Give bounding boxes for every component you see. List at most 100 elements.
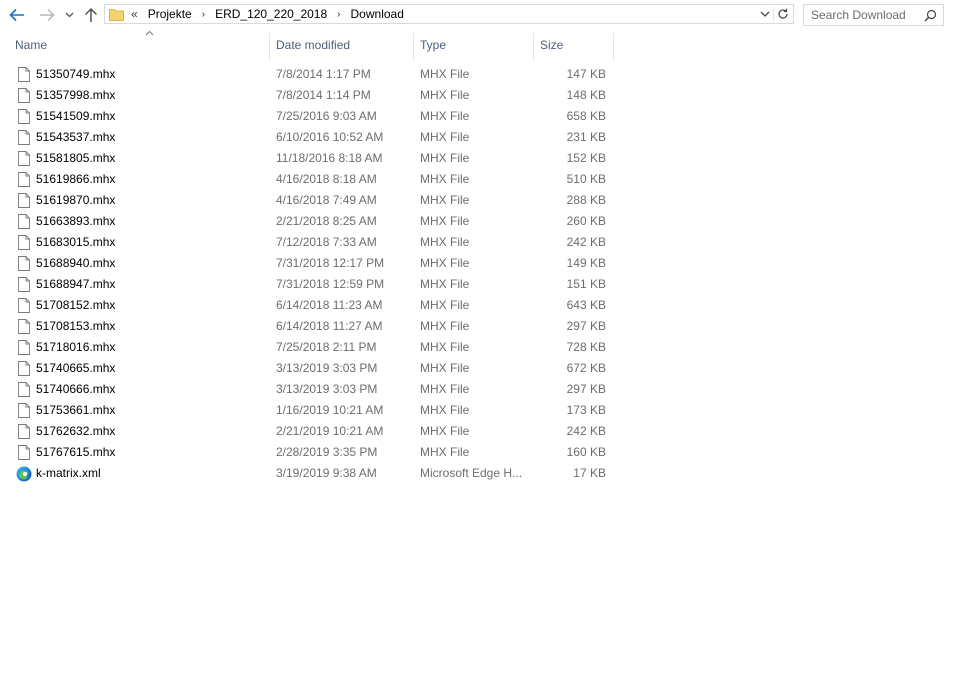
breadcrumb-erd-folder[interactable]: ERD_120_220_2018 (215, 7, 327, 21)
up-button[interactable] (80, 4, 102, 26)
chevron-right-icon[interactable]: › (337, 9, 340, 20)
address-bar[interactable]: « Projekte › ERD_120_220_2018 › Download (104, 4, 794, 24)
file-name[interactable]: 51619866.mhx (36, 169, 266, 190)
recent-locations-button[interactable] (62, 4, 76, 26)
file-type: MHX File (420, 172, 470, 186)
search-box[interactable] (803, 4, 944, 26)
column-header-type[interactable]: Type (415, 31, 533, 59)
file-icon (16, 64, 32, 85)
file-size: 231 KB (566, 130, 606, 144)
search-icon[interactable] (924, 9, 937, 22)
file-type: MHX File (420, 88, 470, 102)
file-size: 160 KB (566, 445, 606, 459)
refresh-button[interactable] (773, 7, 790, 21)
file-icon (16, 169, 32, 190)
file-row[interactable]: 51708152.mhx 6/14/2018 11:23 AM MHX File 64… (0, 295, 955, 316)
file-row[interactable]: 51708153.mhx 6/14/2018 11:27 AM MHX File 29… (0, 316, 955, 337)
file-date-modified: 2/21/2019 10:21 AM (276, 424, 384, 438)
file-size: 510 KB (566, 172, 606, 186)
arrow-left-icon (9, 8, 24, 22)
file-type: MHX File (420, 445, 470, 459)
file-name[interactable]: 51708153.mhx (36, 316, 266, 337)
file-name[interactable]: 51762632.mhx (36, 421, 266, 442)
file-row[interactable]: 51581805.mhx 11/18/2016 8:18 AM MHX File 15… (0, 148, 955, 169)
column-divider[interactable] (533, 33, 534, 61)
file-icon (16, 190, 32, 211)
file-name[interactable]: 51350749.mhx (36, 64, 266, 85)
file-row[interactable]: 51718016.mhx 7/25/2018 2:11 PM MHX File 728… (0, 337, 955, 358)
breadcrumb-overflow[interactable]: « (131, 7, 138, 21)
file-name[interactable]: 51663893.mhx (36, 211, 266, 232)
column-header-date-modified[interactable]: Date modified (271, 31, 413, 59)
file-row[interactable]: 51762632.mhx 2/21/2019 10:21 AM MHX File 24… (0, 421, 955, 442)
forward-button[interactable] (36, 4, 58, 26)
column-header-size[interactable]: Size (535, 31, 613, 59)
file-name[interactable]: 51718016.mhx (36, 337, 266, 358)
file-icon (16, 85, 32, 106)
file-row[interactable]: k-matrix.xml 3/19/2019 9:38 AM Microsoft E… (0, 463, 955, 484)
arrow-right-icon (40, 8, 55, 22)
file-size: 173 KB (566, 403, 606, 417)
file-row[interactable]: 51541509.mhx 7/25/2016 9:03 AM MHX File 658… (0, 106, 955, 127)
file-size: 297 KB (566, 382, 606, 396)
file-date-modified: 3/13/2019 3:03 PM (276, 382, 378, 396)
folder-icon (109, 7, 125, 21)
file-row[interactable]: 51740666.mhx 3/13/2019 3:03 PM MHX File 297… (0, 379, 955, 400)
file-date-modified: 7/25/2016 9:03 AM (276, 109, 377, 123)
file-row[interactable]: 51543537.mhx 6/10/2016 10:52 AM MHX File 23… (0, 127, 955, 148)
file-size: 148 KB (566, 88, 606, 102)
breadcrumb-projekte[interactable]: Projekte (148, 7, 192, 21)
file-row[interactable]: 51663893.mhx 2/21/2018 8:25 AM MHX File 260… (0, 211, 955, 232)
file-type: MHX File (420, 277, 470, 291)
file-date-modified: 1/16/2019 10:21 AM (276, 403, 384, 417)
search-input[interactable] (811, 8, 921, 22)
file-name[interactable]: 51581805.mhx (36, 148, 266, 169)
file-name[interactable]: 51688940.mhx (36, 253, 266, 274)
file-name[interactable]: 51708152.mhx (36, 295, 266, 316)
file-name[interactable]: 51541509.mhx (36, 106, 266, 127)
column-divider[interactable] (269, 33, 270, 61)
file-type: MHX File (420, 130, 470, 144)
column-header-name[interactable]: Name (10, 30, 268, 59)
file-name[interactable]: 51543537.mhx (36, 127, 266, 148)
file-name[interactable]: 51688947.mhx (36, 274, 266, 295)
file-date-modified: 3/13/2019 3:03 PM (276, 361, 378, 375)
file-size: 297 KB (566, 319, 606, 333)
breadcrumb-download[interactable]: Download (351, 7, 404, 21)
file-name[interactable]: k-matrix.xml (36, 463, 266, 484)
file-name[interactable]: 51767615.mhx (36, 442, 266, 463)
file-name[interactable]: 51740665.mhx (36, 358, 266, 379)
file-size: 151 KB (566, 277, 606, 291)
file-row[interactable]: 51619866.mhx 4/16/2018 8:18 AM MHX File 510… (0, 169, 955, 190)
file-size: 728 KB (566, 340, 606, 354)
file-date-modified: 4/16/2018 7:49 AM (276, 193, 377, 207)
file-type: MHX File (420, 298, 470, 312)
file-row[interactable]: 51357998.mhx 7/8/2014 1:14 PM MHX File 148 … (0, 85, 955, 106)
file-icon (16, 274, 32, 295)
chevron-down-icon (65, 12, 73, 18)
file-row[interactable]: 51767615.mhx 2/28/2019 3:35 PM MHX File 160… (0, 442, 955, 463)
file-name[interactable]: 51753661.mhx (36, 400, 266, 421)
file-row[interactable]: 51688947.mhx 7/31/2018 12:59 PM MHX File 15… (0, 274, 955, 295)
file-row[interactable]: 51683015.mhx 7/12/2018 7:33 AM MHX File 242… (0, 232, 955, 253)
file-name[interactable]: 51740666.mhx (36, 379, 266, 400)
address-dropdown-button[interactable] (759, 8, 771, 20)
file-name[interactable]: 51357998.mhx (36, 85, 266, 106)
file-row[interactable]: 51753661.mhx 1/16/2019 10:21 AM MHX File 17… (0, 400, 955, 421)
file-icon (16, 127, 32, 148)
file-row[interactable]: 51350749.mhx 7/8/2014 1:17 PM MHX File 147 … (0, 64, 955, 85)
file-icon (16, 358, 32, 379)
file-name[interactable]: 51683015.mhx (36, 232, 266, 253)
sort-ascending-icon (145, 30, 154, 36)
column-divider[interactable] (413, 33, 414, 61)
file-type: MHX File (420, 340, 470, 354)
back-button[interactable] (6, 4, 28, 26)
file-icon (16, 316, 32, 337)
column-divider[interactable] (613, 33, 614, 61)
file-name[interactable]: 51619870.mhx (36, 190, 266, 211)
file-row[interactable]: 51619870.mhx 4/16/2018 7:49 AM MHX File 288… (0, 190, 955, 211)
chevron-right-icon[interactable]: › (202, 9, 205, 20)
file-row[interactable]: 51740665.mhx 3/13/2019 3:03 PM MHX File 672… (0, 358, 955, 379)
file-row[interactable]: 51688940.mhx 7/31/2018 12:17 PM MHX File 14… (0, 253, 955, 274)
file-icon (16, 442, 32, 463)
